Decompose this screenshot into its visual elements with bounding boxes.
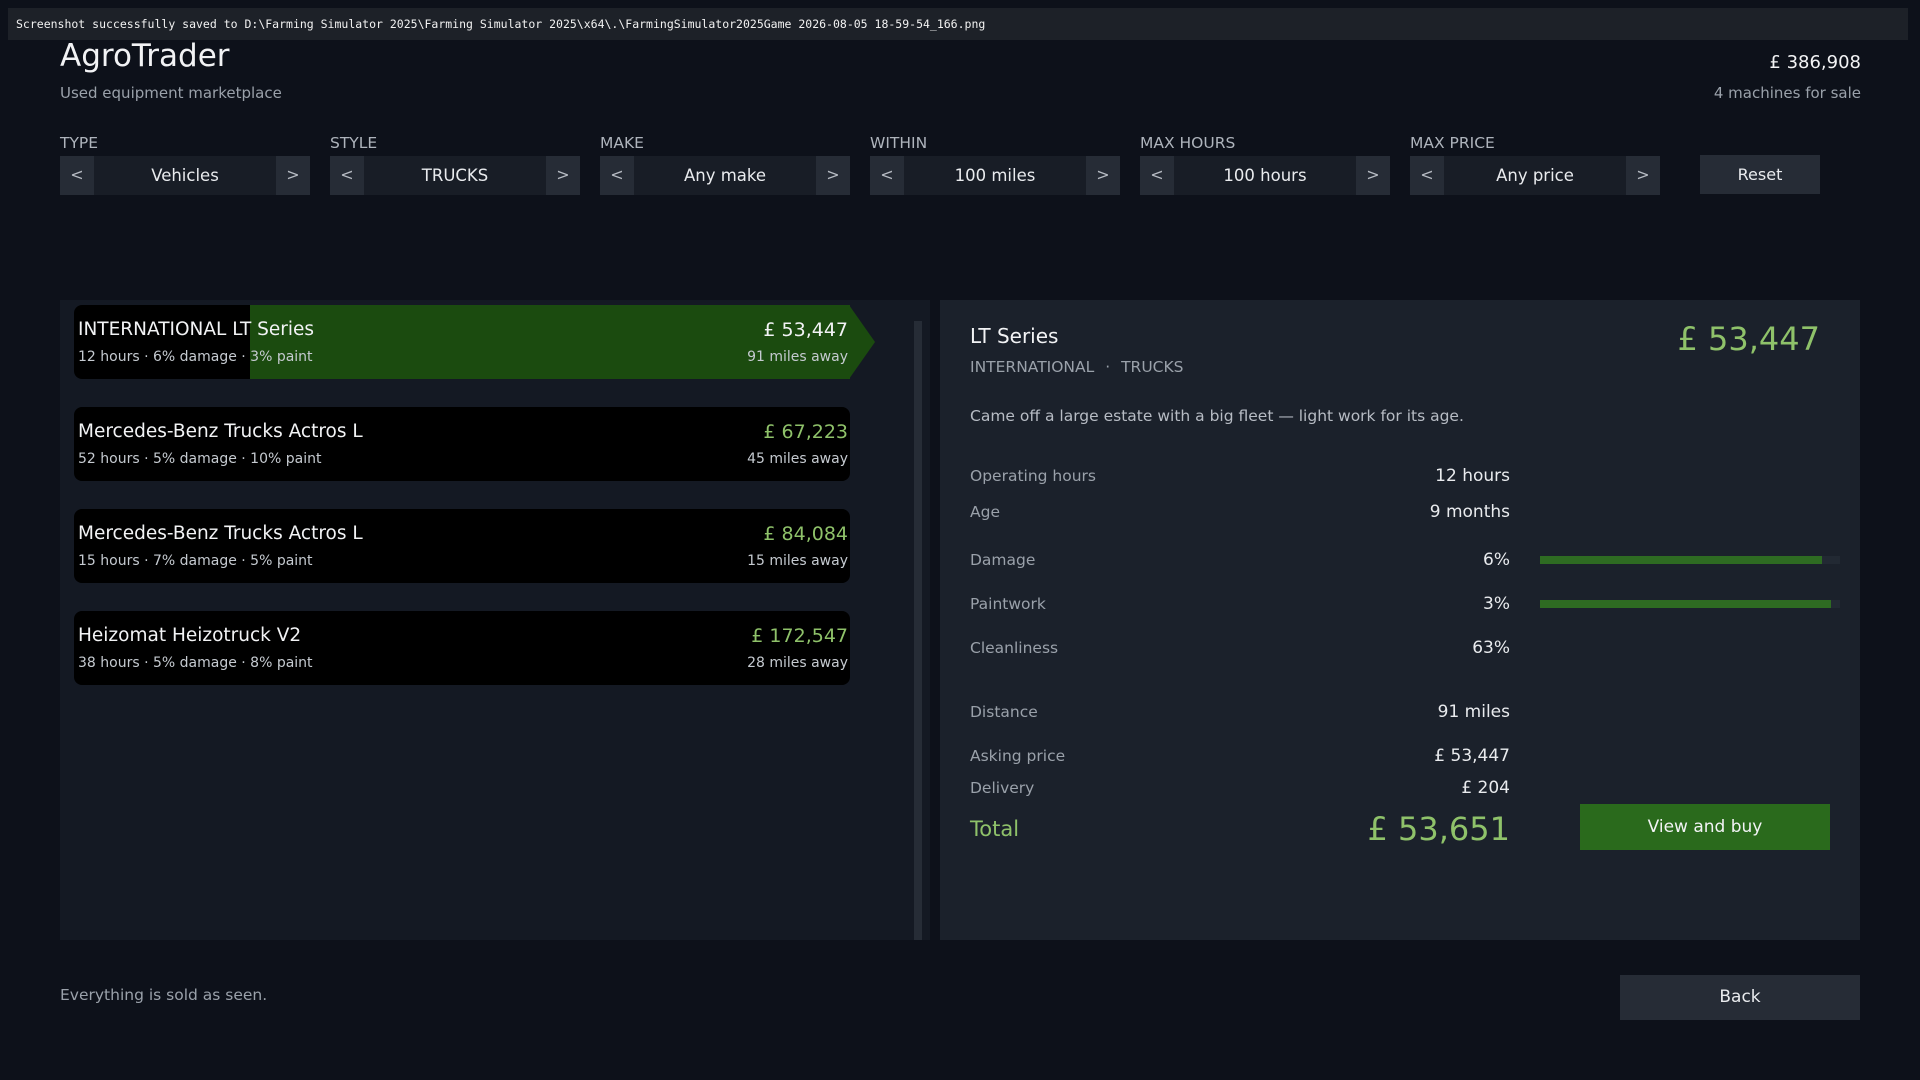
screenshot-notification: Screenshot successfully saved to D:\Farm… [8,8,1908,40]
filter-value[interactable]: Any make [634,156,816,195]
stat-label-damage: Damage [970,551,1036,569]
filter-within: WITHIN < 100 miles > [870,132,1120,195]
filter-label: STYLE [330,134,378,152]
stat-label-age: Age [970,503,1000,521]
total-value: £ 53,651 [1367,810,1511,848]
listing-item[interactable]: Mercedes-Benz Trucks Actros L 15 hours ·… [74,509,850,583]
stat-value-operating-hours: 12 hours [1435,466,1510,486]
listing-distance: 45 miles away [747,451,848,467]
listing-specs: 52 hours · 5% damage · 10% paint [78,451,322,467]
filter-selector: < Any make > [600,156,850,195]
filter-label: MAKE [600,134,644,152]
listing-item[interactable]: Heizomat Heizotruck V2 38 hours · 5% dam… [74,611,850,685]
stat-value-distance: 91 miles [1437,702,1510,722]
prev-arrow-button[interactable]: < [1140,156,1174,195]
listing-price: £ 53,447 [763,319,848,341]
paintwork-bar [1540,600,1840,608]
prev-arrow-button[interactable]: < [600,156,634,195]
listing-price: £ 172,547 [751,625,848,647]
app-title: AgroTrader [60,38,230,74]
listing-name: Mercedes-Benz Trucks Actros L [78,523,363,544]
filter-value[interactable]: Any price [1444,156,1626,195]
listing-distance: 28 miles away [747,655,848,671]
listing-name: Heizomat Heizotruck V2 [78,625,302,646]
detail-panel: LT Series INTERNATIONAL · TRUCKS £ 53,44… [940,300,1860,940]
filter-value[interactable]: 100 hours [1174,156,1356,195]
prev-arrow-button[interactable]: < [330,156,364,195]
prev-arrow-button[interactable]: < [60,156,94,195]
app-subtitle: Used equipment marketplace [60,84,282,102]
damage-bar-fill [1540,556,1822,564]
listing-specs: 38 hours · 5% damage · 8% paint [78,655,313,671]
filter-selector: < Vehicles > [60,156,310,195]
stat-label-asking-price: Asking price [970,747,1066,765]
listing-distance: 15 miles away [747,553,848,569]
stat-label-delivery: Delivery [970,779,1035,797]
filter-max-hours: MAX HOURS < 100 hours > [1140,132,1390,195]
next-arrow-button[interactable]: > [1086,156,1120,195]
listing-specs: 12 hours · 6% damage · 3% paint [78,349,313,365]
listing-price: £ 67,223 [763,421,848,443]
filter-make: MAKE < Any make > [600,132,850,195]
detail-price: £ 53,447 [1677,320,1821,358]
prev-arrow-button[interactable]: < [870,156,904,195]
back-button[interactable]: Back [1620,975,1860,1020]
filter-selector: < Any price > [1410,156,1660,195]
detail-subtitle: INTERNATIONAL · TRUCKS [970,358,1184,376]
filter-selector: < 100 hours > [1140,156,1390,195]
stat-value-age: 9 months [1429,502,1510,522]
filter-value[interactable]: 100 miles [904,156,1086,195]
stat-label-paintwork: Paintwork [970,595,1046,613]
listing-name: Mercedes-Benz Trucks Actros L [78,421,363,442]
listing-scrollbar[interactable] [914,321,922,940]
next-arrow-button[interactable]: > [276,156,310,195]
selection-pointer [849,305,875,379]
account-balance: £ 386,908 [1769,52,1861,73]
stat-label-operating-hours: Operating hours [970,467,1096,485]
detail-make: INTERNATIONAL [970,358,1095,376]
detail-separator: · [1105,358,1111,376]
stat-value-paintwork: 3% [1483,594,1510,614]
listing-name: INTERNATIONAL LT Series [78,319,315,340]
listing-specs: 15 hours · 7% damage · 5% paint [78,553,313,569]
detail-title: LT Series [970,324,1059,348]
disclaimer: Everything is sold as seen. [60,986,268,1004]
prev-arrow-button[interactable]: < [1410,156,1444,195]
filter-label: WITHIN [870,134,928,152]
filter-value[interactable]: Vehicles [94,156,276,195]
stat-value-cleanliness: 63% [1472,638,1510,658]
stat-value-delivery: £ 204 [1461,778,1510,798]
filter-type: TYPE < Vehicles > [60,132,310,195]
filter-max-price: MAX PRICE < Any price > [1410,132,1660,195]
filter-style: STYLE < TRUCKS > [330,132,580,195]
view-and-buy-button[interactable]: View and buy [1580,804,1830,850]
machines-count: 4 machines for sale [1713,84,1861,102]
filter-selector: < TRUCKS > [330,156,580,195]
total-label: Total [970,817,1020,841]
listing-distance: 91 miles away [747,349,848,365]
filter-label: MAX HOURS [1140,134,1236,152]
filter-label: MAX PRICE [1410,134,1495,152]
stat-label-distance: Distance [970,703,1038,721]
next-arrow-button[interactable]: > [546,156,580,195]
detail-description: Came off a large estate with a big fleet… [970,407,1464,425]
filter-label: TYPE [60,134,99,152]
listing-item-selected[interactable]: INTERNATIONAL LT Series 12 hours · 6% da… [74,305,850,379]
paintwork-bar-fill [1540,600,1831,608]
reset-button[interactable]: Reset [1700,155,1820,194]
next-arrow-button[interactable]: > [816,156,850,195]
stat-label-cleanliness: Cleanliness [970,639,1059,657]
stat-value-asking-price: £ 53,447 [1434,746,1510,766]
detail-category: TRUCKS [1121,358,1184,376]
filter-value[interactable]: TRUCKS [364,156,546,195]
damage-bar [1540,556,1840,564]
next-arrow-button[interactable]: > [1626,156,1660,195]
listing-item[interactable]: Mercedes-Benz Trucks Actros L 52 hours ·… [74,407,850,481]
next-arrow-button[interactable]: > [1356,156,1390,195]
filter-selector: < 100 miles > [870,156,1120,195]
stat-value-damage: 6% [1483,550,1510,570]
listing-price: £ 84,084 [763,523,848,545]
